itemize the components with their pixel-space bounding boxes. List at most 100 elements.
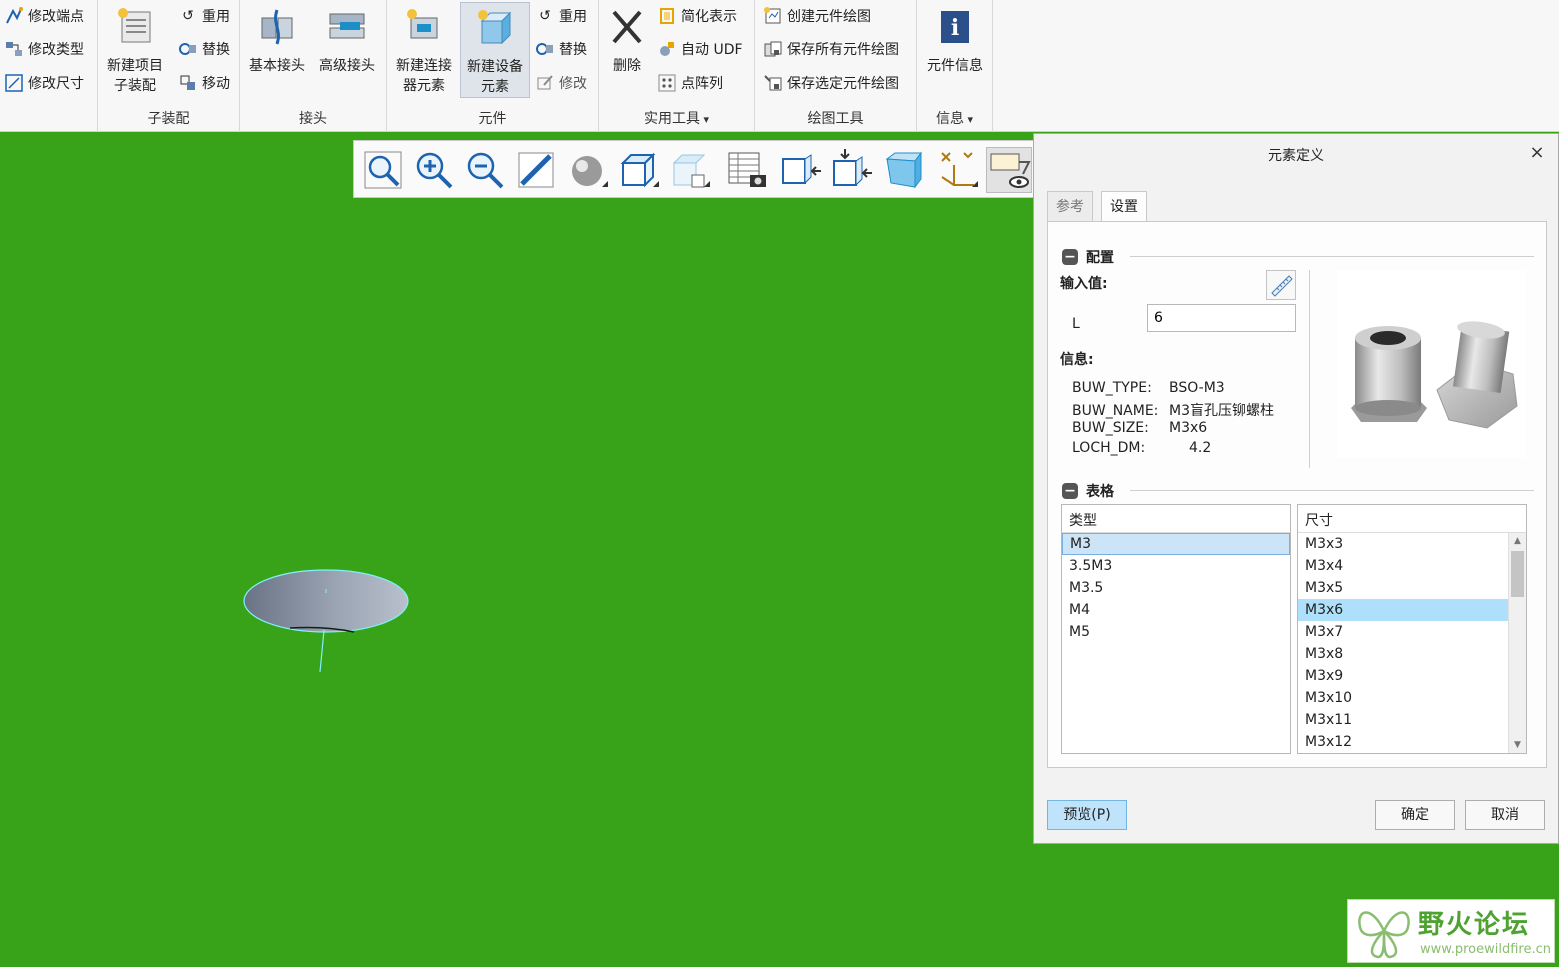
type-list[interactable]: 类型 M3 3.5M3 M3.5 M4 M5 [1061, 504, 1291, 754]
annotation-eye-icon [990, 153, 1031, 188]
comp-reuse-button[interactable]: ↺ 重用 [535, 2, 587, 30]
type-item-m4[interactable]: M4 [1062, 599, 1290, 621]
annotation-display-button[interactable] [986, 147, 1032, 193]
new-device-element-button[interactable]: 新建设备 元素 [460, 2, 530, 98]
modify-size-button[interactable]: 修改尺寸 [4, 69, 84, 97]
move-icon [178, 73, 198, 93]
cancel-button[interactable]: 取消 [1465, 800, 1545, 830]
size-item[interactable]: M3x9 [1298, 665, 1526, 687]
info-label: 信息: [1060, 352, 1094, 368]
size-list-scrollbar[interactable]: ▲ ▼ [1508, 533, 1526, 753]
modify-type-button[interactable]: 修改类型 [4, 35, 84, 63]
size-item[interactable]: M3x7 [1298, 621, 1526, 643]
param-l-input[interactable] [1147, 304, 1296, 332]
comp-modify-button[interactable]: 修改 [535, 69, 587, 97]
ok-button[interactable]: 确定 [1375, 800, 1455, 830]
normal-view-button[interactable] [777, 147, 823, 193]
replace-icon [178, 39, 198, 59]
utility-group-label[interactable]: 实用工具 [599, 108, 754, 128]
type-item-m5[interactable]: M5 [1062, 621, 1290, 643]
info-row-name: BUW_NAME: M3盲孔压铆螺柱 [1072, 400, 1274, 420]
display-style-button[interactable] [564, 147, 610, 193]
config-section-label: 配置 [1086, 250, 1114, 266]
basic-connector-button[interactable]: 基本接头 [244, 2, 310, 98]
simplified-rep-icon [657, 6, 677, 26]
tab-references[interactable]: 参考 [1047, 191, 1093, 221]
size-item[interactable]: M3x3 [1298, 533, 1526, 555]
repaint-button[interactable] [513, 147, 559, 193]
size-item[interactable]: M3x12 [1298, 731, 1526, 753]
ribbon-group-modify: 修改端点 修改类型 修改尺寸 [0, 0, 98, 132]
scrollbar-thumb[interactable] [1511, 551, 1524, 597]
info-key: BUW_SIZE: [1072, 420, 1149, 436]
comp-replace-button[interactable]: 替换 [535, 35, 587, 63]
refit-button[interactable] [360, 147, 406, 193]
zoom-out-button[interactable] [462, 147, 508, 193]
measure-button[interactable] [1266, 270, 1296, 300]
table-camera-icon [728, 152, 766, 187]
svg-text:i: i [951, 15, 959, 41]
type-item-m3[interactable]: M3 [1062, 533, 1290, 555]
view-table-button[interactable] [724, 147, 770, 193]
datum-display-button[interactable] [934, 147, 980, 193]
type-item-m3.5[interactable]: M3.5 [1062, 577, 1290, 599]
size-item[interactable]: M3x5 [1298, 577, 1526, 599]
save-all-drawings-label: 保存所有元件绘图 [787, 42, 899, 58]
view-manager-button[interactable] [666, 147, 712, 193]
sub-replace-button[interactable]: 替换 [178, 35, 230, 63]
delete-button[interactable]: 删除 [599, 2, 655, 98]
modify-icon [535, 73, 555, 93]
save-selected-drawings-button[interactable]: 保存选定元件绘图 [763, 69, 899, 97]
info-group-label[interactable]: 信息 [917, 108, 992, 128]
tab-settings[interactable]: 设置 [1101, 191, 1147, 222]
scroll-down-icon[interactable]: ▼ [1509, 737, 1526, 753]
info-row-hole-diameter: LOCH_DM: 4.2 [1072, 440, 1211, 456]
ribbon-group-info: i 元件信息 信息 [917, 0, 993, 132]
scroll-up-icon[interactable]: ▲ [1509, 533, 1526, 549]
advanced-connector-button[interactable]: 高级接头 [314, 2, 380, 98]
simplified-rep-button[interactable]: 简化表示 [657, 2, 737, 30]
sub-reuse-button[interactable]: ↺ 重用 [178, 2, 230, 30]
size-item-selected[interactable]: M3x6 [1298, 599, 1508, 621]
save-all-drawings-button[interactable]: 保存所有元件绘图 [763, 35, 899, 63]
size-item[interactable]: M3x11 [1298, 709, 1526, 731]
close-button[interactable]: × [1526, 142, 1548, 164]
save-selected-drawings-icon [763, 73, 783, 93]
point-array-label: 点阵列 [681, 76, 723, 92]
sub-move-button[interactable]: 移动 [178, 69, 230, 97]
view-manager-icon [672, 154, 710, 188]
dialog-title: 元素定义 [1268, 148, 1324, 164]
save-all-drawings-icon [763, 39, 783, 59]
table-section-header[interactable]: − 表格 [1062, 481, 1114, 501]
info-value: M3盲孔压铆螺柱 [1169, 403, 1274, 419]
dialog-titlebar[interactable]: 元素定义 × [1034, 134, 1558, 174]
standoff-preview-image [1337, 270, 1525, 458]
component-info-button[interactable]: i 元件信息 [919, 2, 991, 98]
saved-orientations-button[interactable] [615, 147, 661, 193]
watermark-url: www.proewildfire.cn [1420, 942, 1551, 957]
create-component-drawing-button[interactable]: 创建元件绘图 [763, 2, 871, 30]
collapse-icon: − [1062, 249, 1078, 265]
preview-button[interactable]: 预览(P) [1047, 800, 1127, 830]
new-item-subassembly-button[interactable]: 新建项目 子装配 [102, 2, 168, 98]
point-array-icon [657, 73, 677, 93]
divider [1130, 256, 1534, 257]
component-group-label: 元件 [478, 111, 507, 127]
config-section-header[interactable]: − 配置 [1062, 247, 1114, 267]
saved-orientations-icon [620, 152, 659, 188]
size-list[interactable]: 尺寸 M3x3 M3x4 M3x5 M3x6 M3x7 M3x8 M3x9 M3… [1297, 504, 1527, 754]
repaint-icon [518, 152, 554, 188]
auto-udf-button[interactable]: 自动 UDF [657, 35, 743, 63]
point-array-button[interactable]: 点阵列 [657, 69, 723, 97]
spin-center-button[interactable] [828, 147, 874, 193]
size-item[interactable]: M3x10 [1298, 687, 1526, 709]
model-disc[interactable] [230, 560, 430, 680]
size-item[interactable]: M3x4 [1298, 555, 1526, 577]
type-item-3.5m3[interactable]: 3.5M3 [1062, 555, 1290, 577]
advanced-connector-label: 高级接头 [319, 58, 375, 74]
new-connector-element-button[interactable]: 新建连接 器元素 [391, 2, 457, 98]
section-view-button[interactable] [881, 147, 927, 193]
size-item[interactable]: M3x8 [1298, 643, 1526, 665]
modify-endpoint-button[interactable]: 修改端点 [4, 2, 84, 30]
zoom-in-button[interactable] [411, 147, 457, 193]
